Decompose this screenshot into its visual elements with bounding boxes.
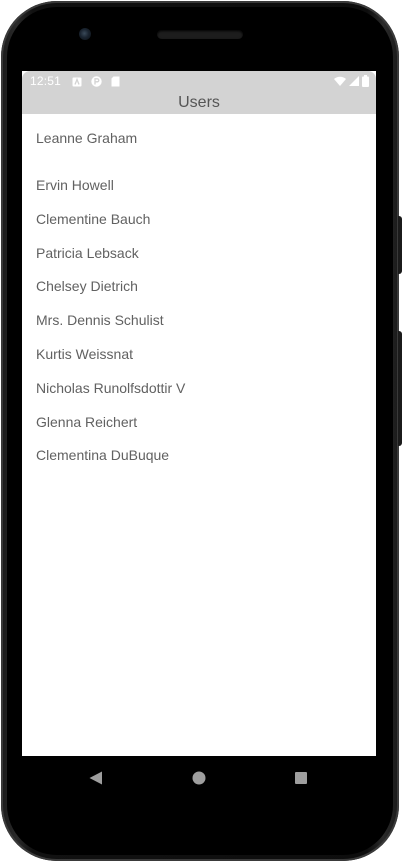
- user-list-item[interactable]: Glenna Reichert: [22, 398, 376, 432]
- notification-a-icon: [72, 77, 82, 87]
- earpiece-speaker: [157, 30, 243, 39]
- user-list-item[interactable]: Chelsey Dietrich: [22, 262, 376, 296]
- user-list: Leanne Graham Ervin Howell Clementine Ba…: [22, 114, 376, 465]
- power-button[interactable]: [398, 216, 402, 274]
- user-list-item[interactable]: Mrs. Dennis Schulist: [22, 296, 376, 330]
- user-list-item[interactable]: Kurtis Weissnat: [22, 330, 376, 364]
- recents-icon[interactable]: [293, 770, 309, 786]
- wifi-icon: [334, 76, 346, 86]
- user-list-item[interactable]: Clementine Bauch: [22, 195, 376, 229]
- status-notification-icons: [72, 76, 120, 87]
- status-system-icons: [334, 75, 369, 87]
- app-bar: Users: [22, 92, 376, 114]
- home-icon[interactable]: [191, 770, 207, 786]
- cell-signal-icon: [349, 76, 359, 86]
- screen: 12:51 Users Leanne Graham Ervin Howell C…: [22, 71, 376, 756]
- notification-p-icon: [91, 76, 102, 87]
- status-time: 12:51: [30, 74, 62, 88]
- sd-card-icon: [111, 76, 120, 87]
- back-icon[interactable]: [88, 770, 104, 786]
- user-list-item[interactable]: Clementina DuBuque: [22, 431, 376, 465]
- user-list-item[interactable]: Ervin Howell: [22, 161, 376, 195]
- navigation-bar: [22, 756, 376, 798]
- user-list-item[interactable]: Nicholas Runolfsdottir V: [22, 364, 376, 398]
- user-list-item[interactable]: Patricia Lebsack: [22, 229, 376, 263]
- volume-button[interactable]: [398, 331, 402, 446]
- user-list-item[interactable]: Leanne Graham: [22, 114, 376, 161]
- battery-icon: [362, 75, 369, 87]
- front-camera-icon: [79, 28, 91, 40]
- status-bar: 12:51: [22, 71, 376, 92]
- page-title: Users: [178, 94, 220, 111]
